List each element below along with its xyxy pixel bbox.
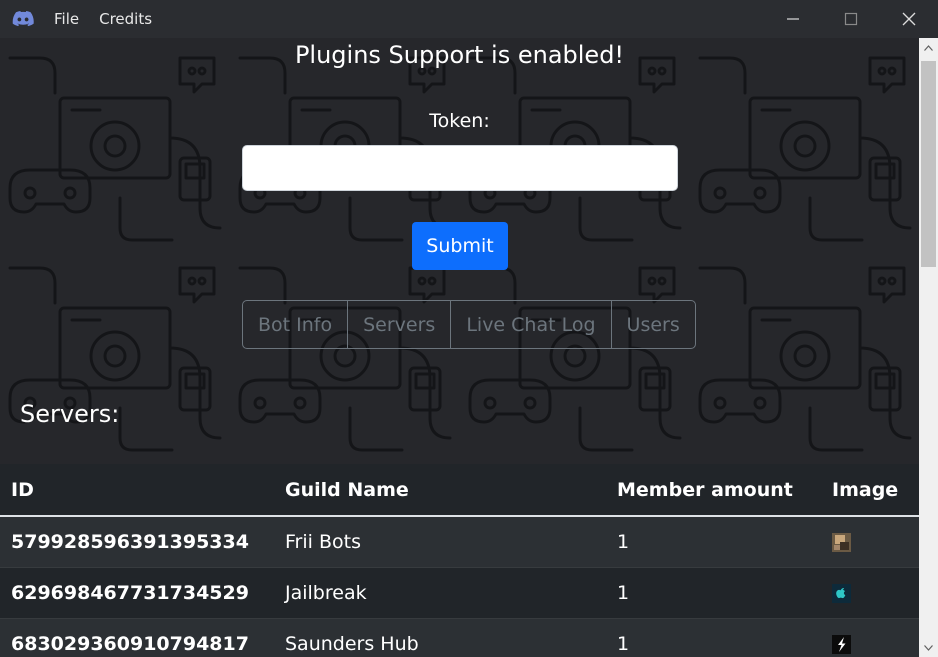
column-header-image: Image	[821, 464, 919, 517]
tab-users[interactable]: Users	[612, 301, 695, 348]
guild-id-cell: 683029360910794817	[0, 618, 274, 657]
jailbreak-guild-icon	[832, 584, 851, 603]
scrollbar-thumb[interactable]	[921, 61, 936, 267]
servers-table: ID Guild Name Member amount Image 579928…	[0, 464, 919, 657]
tab-bot-info[interactable]: Bot Info	[243, 301, 349, 348]
column-header-member-amount: Member amount	[606, 464, 821, 517]
menu-file[interactable]: File	[54, 10, 79, 28]
column-header-guild-name: Guild Name	[274, 464, 606, 517]
guild-name-cell: Jailbreak	[274, 567, 606, 619]
nav-tab-group: Bot Info Servers Live Chat Log Users	[242, 300, 696, 349]
member-amount-cell: 1	[606, 567, 821, 619]
token-input[interactable]	[242, 145, 678, 191]
saunders-hub-guild-icon	[832, 635, 851, 654]
scroll-down-arrow-icon[interactable]	[919, 638, 938, 657]
title-bar: File Credits	[0, 0, 938, 38]
guild-image-cell	[821, 516, 919, 568]
discord-logo-icon	[12, 11, 34, 27]
guild-name-cell: Saunders Hub	[274, 618, 606, 657]
guild-name-cell: Frii Bots	[274, 516, 606, 568]
vertical-scrollbar[interactable]	[919, 38, 938, 657]
column-header-id: ID	[0, 464, 274, 517]
guild-image-cell	[821, 567, 919, 619]
table-header-row: ID Guild Name Member amount Image	[0, 464, 919, 517]
guild-id-cell: 579928596391395334	[0, 516, 274, 568]
scroll-up-arrow-icon[interactable]	[919, 38, 938, 57]
tab-live-chat-log[interactable]: Live Chat Log	[451, 301, 612, 348]
main-content: Plugins Support is enabled! Token: Submi…	[0, 38, 919, 657]
menu-credits[interactable]: Credits	[99, 10, 152, 28]
table-row: 629698467731734529 Jailbreak 1	[0, 567, 919, 619]
table-row: 579928596391395334 Frii Bots 1	[0, 516, 919, 568]
servers-heading: Servers:	[20, 400, 120, 428]
frii-bots-guild-icon	[832, 533, 851, 552]
minimize-icon[interactable]	[764, 0, 822, 38]
plugins-status-title: Plugins Support is enabled!	[294, 41, 625, 69]
close-icon[interactable]	[880, 0, 938, 38]
token-label: Token:	[429, 110, 490, 132]
guild-id-cell: 629698467731734529	[0, 567, 274, 619]
submit-button[interactable]: Submit	[412, 222, 508, 270]
maximize-icon[interactable]	[822, 0, 880, 38]
tab-servers[interactable]: Servers	[348, 301, 452, 348]
table-row: 683029360910794817 Saunders Hub 1	[0, 618, 919, 657]
member-amount-cell: 1	[606, 618, 821, 657]
guild-image-cell	[821, 618, 919, 657]
window-controls	[764, 0, 938, 38]
member-amount-cell: 1	[606, 516, 821, 568]
